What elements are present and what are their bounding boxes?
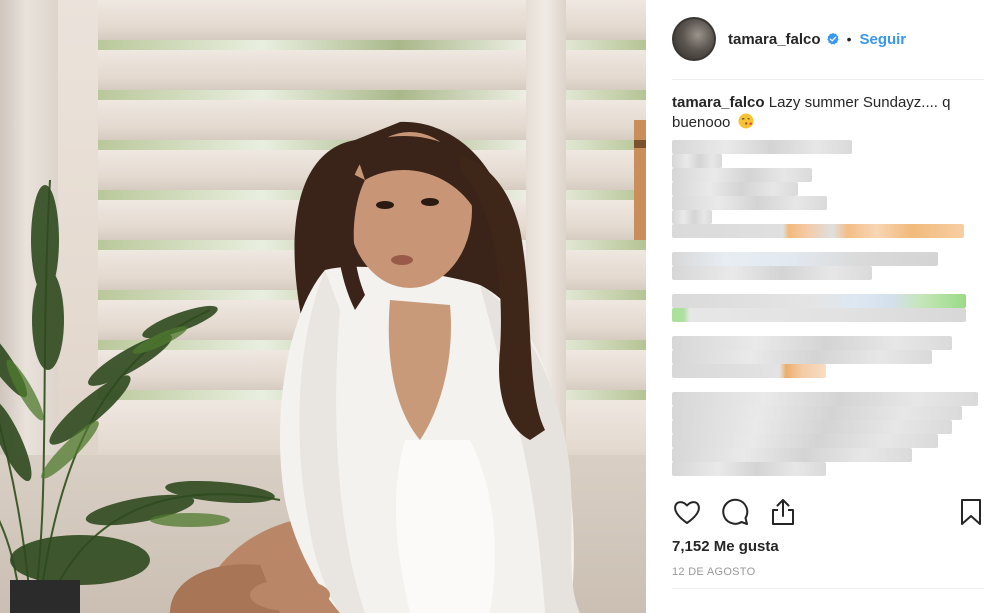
avatar[interactable] — [672, 17, 716, 61]
header-divider — [672, 79, 984, 80]
author-username[interactable]: tamara_falco — [728, 31, 821, 48]
post-sidebar: tamara_falco • Seguir tamara_falco Lazy … — [646, 0, 1000, 613]
post-header: tamara_falco • Seguir — [672, 16, 906, 62]
comments-obscured — [672, 140, 980, 490]
woman-figure — [170, 121, 580, 613]
post-date[interactable]: 12 de agosto — [672, 566, 755, 578]
post-actions — [672, 497, 984, 529]
plant-pot — [10, 580, 80, 613]
footer-divider — [672, 588, 984, 589]
bookmark-icon[interactable] — [956, 497, 986, 527]
follow-button[interactable]: Seguir — [859, 31, 906, 48]
share-upload-icon[interactable] — [768, 497, 798, 527]
post-caption: tamara_falco Lazy summer Sundayz.... q b… — [672, 93, 972, 133]
caption-username[interactable]: tamara_falco — [672, 94, 765, 111]
separator-dot: • — [846, 31, 852, 47]
post-photo[interactable] — [0, 0, 646, 613]
heart-icon[interactable] — [672, 497, 702, 527]
likes-count[interactable]: 7,152 Me gusta — [672, 538, 779, 555]
verified-badge-icon — [826, 32, 839, 45]
chair-edge — [634, 120, 646, 240]
comment-bubble-icon[interactable] — [720, 497, 750, 527]
kissing-face-emoji — [738, 113, 754, 129]
